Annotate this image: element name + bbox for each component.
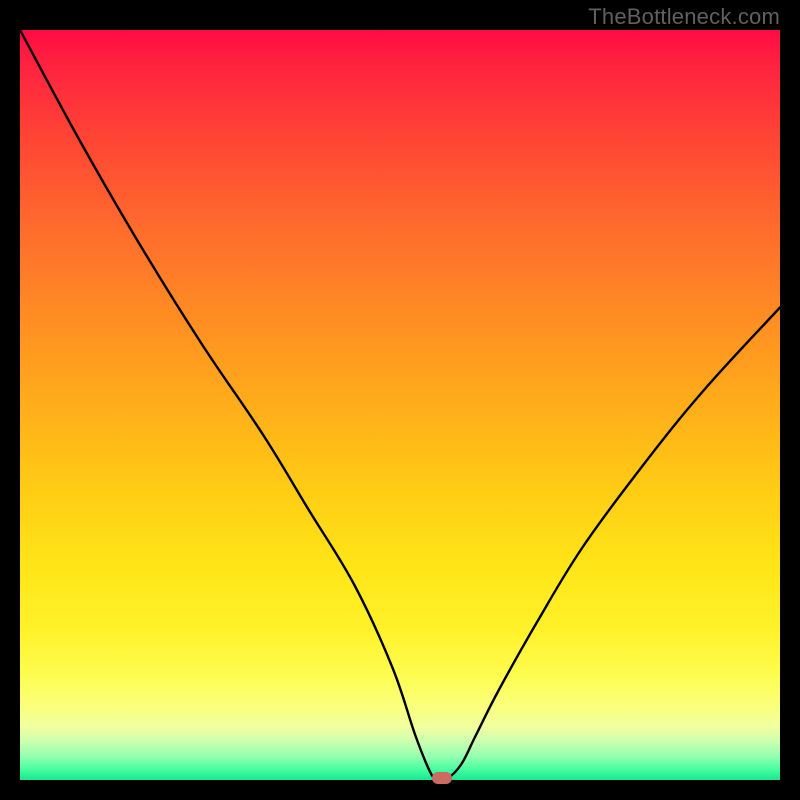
minimum-marker [432, 772, 452, 784]
plot-area [20, 30, 780, 780]
bottleneck-curve [20, 30, 780, 780]
watermark-text: TheBottleneck.com [588, 4, 780, 30]
curve-svg [20, 30, 780, 780]
chart-frame: TheBottleneck.com [0, 0, 800, 800]
